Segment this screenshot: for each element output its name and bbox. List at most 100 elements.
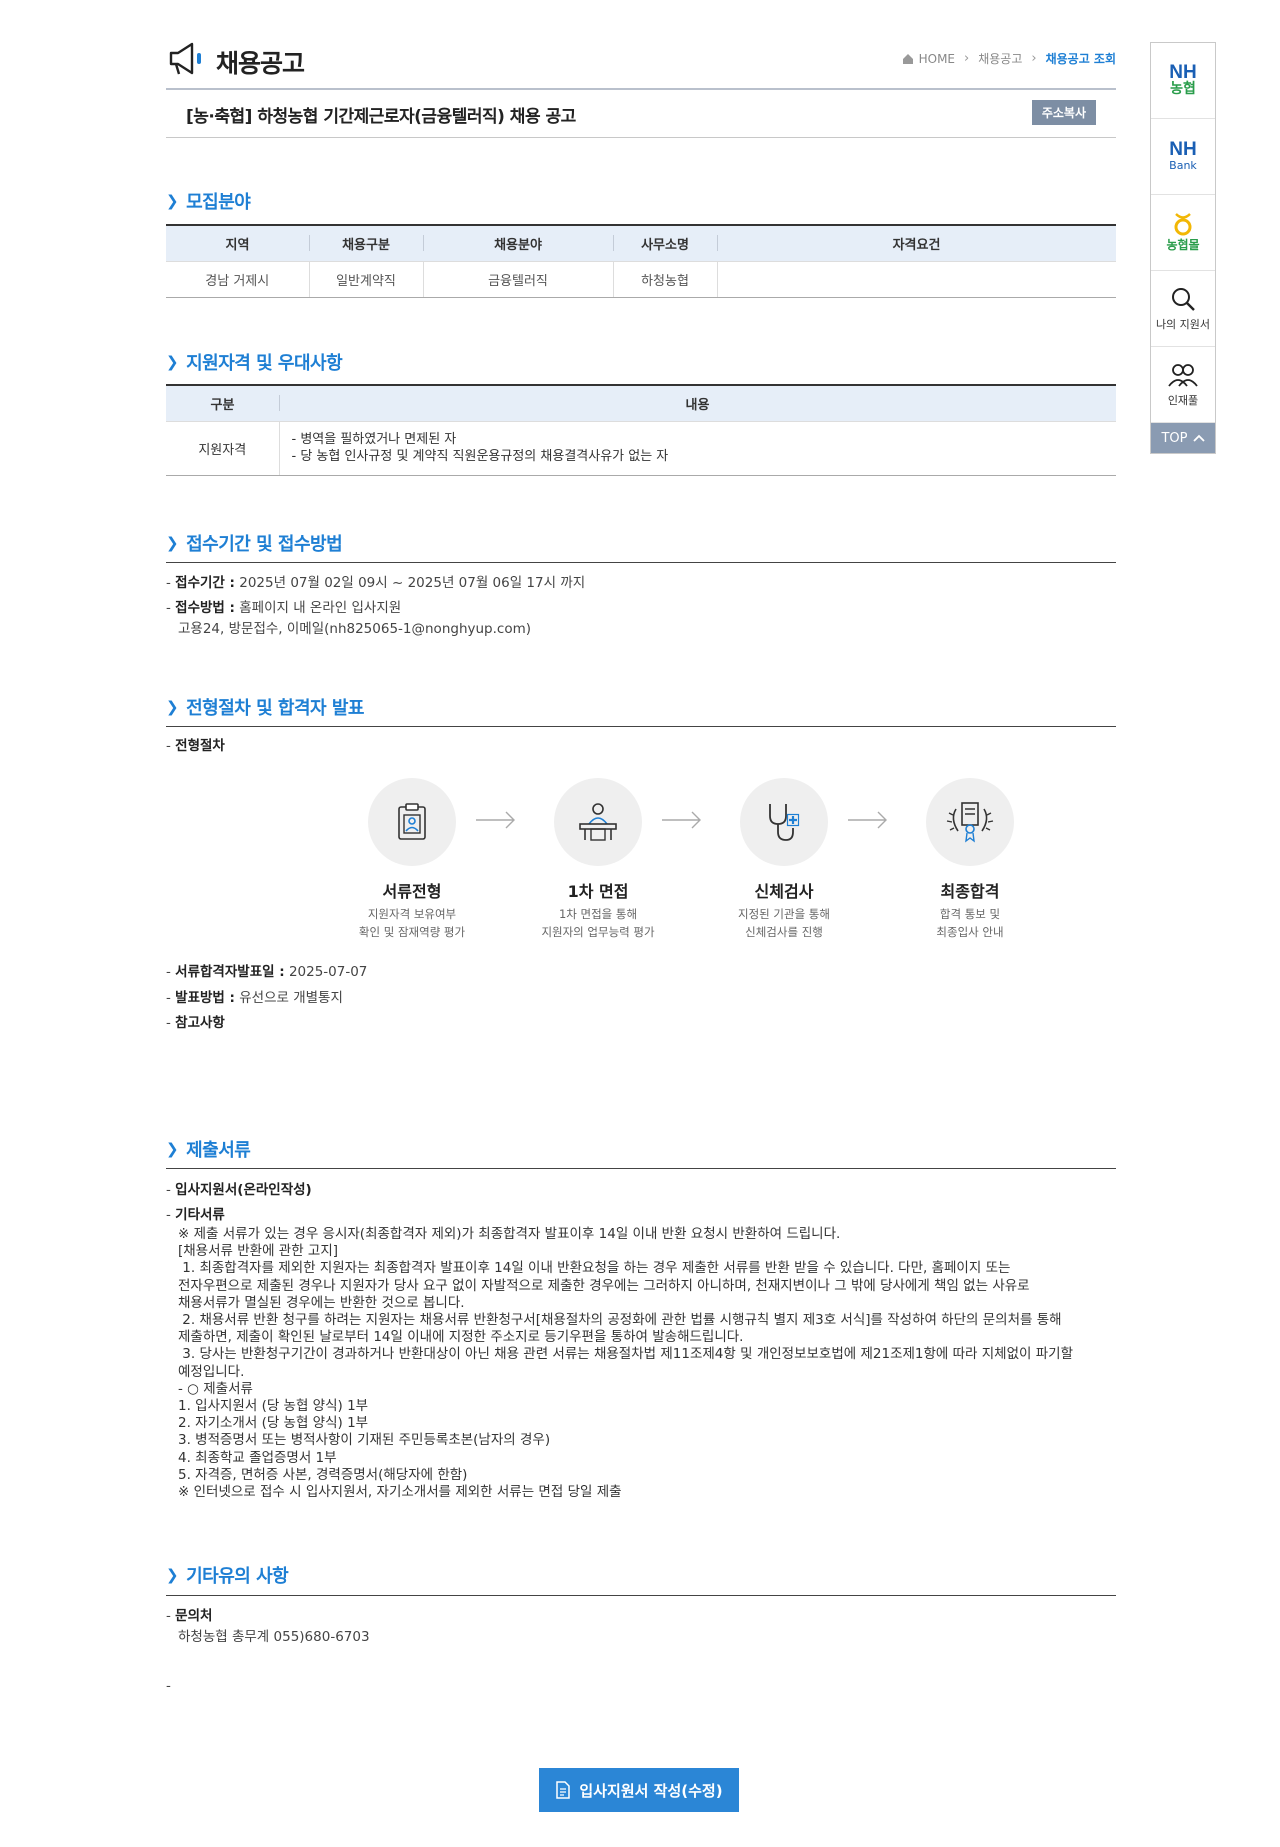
announce-method-value: 유선으로 개별통지 bbox=[239, 990, 343, 1006]
chevron-right-icon: ❯ bbox=[166, 698, 179, 716]
people-icon bbox=[1168, 363, 1198, 387]
nonghyupmall-label: 농협몰 bbox=[1166, 238, 1200, 252]
clipboard-icon bbox=[398, 803, 426, 840]
step-circle bbox=[554, 778, 642, 866]
step-circle bbox=[368, 778, 456, 866]
step-desc-line: 최종입사 안내 bbox=[936, 925, 1004, 939]
apply-write-button[interactable]: 입사지원서 작성(수정) bbox=[539, 1768, 739, 1812]
announce-method: 발표방법 : 유선으로 개별통지 bbox=[166, 988, 343, 1009]
quick-my-application[interactable]: 나의 지원서 bbox=[1151, 271, 1215, 347]
section-title-text: 모집분야 bbox=[186, 192, 251, 213]
table-header: 내용 bbox=[279, 384, 1116, 421]
contact-value: 하청농협 총무계 055)680-6703 bbox=[178, 1629, 370, 1645]
table-header: 채용분야 bbox=[423, 224, 613, 261]
bank-logo-text: Bank bbox=[1169, 159, 1197, 172]
search-icon bbox=[1172, 287, 1195, 311]
announce-date: 서류합격자발표일 : 2025-07-07 bbox=[166, 962, 367, 983]
reception-method-label: 접수방법 : bbox=[175, 600, 235, 616]
step-desc: 합격 통보 및 최종입사 안내 bbox=[880, 905, 1060, 941]
section-title-documents: ❯ 제출서류 bbox=[166, 1136, 251, 1162]
chevron-right-icon: ❯ bbox=[166, 534, 179, 552]
table-row: 지원자격 - 병역을 필하였거나 면제된 자 - 당 농협 인사규정 및 계약직… bbox=[166, 420, 1116, 476]
step-desc-line: 신체검사를 진행 bbox=[745, 925, 823, 939]
chevron-right-icon: ❯ bbox=[166, 353, 179, 371]
top-label: TOP bbox=[1161, 430, 1188, 446]
quick-nonghyupmall[interactable]: 농협몰 bbox=[1151, 195, 1215, 271]
breadcrumb-home[interactable]: HOME bbox=[902, 52, 955, 66]
step-desc: 1차 면접을 통해 지원자의 업무능력 평가 bbox=[508, 905, 688, 941]
chevron-right-icon: › bbox=[964, 51, 970, 66]
table-header: 사무소명 bbox=[613, 224, 717, 261]
reception-method-extra: 고용24, 방문접수, 이메일(nh825065-1@nonghyup.com) bbox=[178, 621, 532, 637]
interview-icon bbox=[579, 803, 617, 841]
section-title-qualification: ❯ 지원자격 및 우대사항 bbox=[166, 349, 343, 375]
table-cell: 금융텔러직 bbox=[422, 260, 613, 298]
breadcrumb-current: 채용공고 조회 bbox=[1045, 52, 1116, 66]
contact-label: 문의처 bbox=[166, 1606, 212, 1627]
announce-date-label: 서류합격자발표일 : bbox=[175, 964, 285, 980]
qualification-line: - 병역을 필하였거나 면제된 자 bbox=[291, 432, 457, 447]
process-steps: 서류전형 지원자격 보유여부 확인 및 잠재역량 평가 1차 면접 1차 면접을… bbox=[322, 778, 1014, 941]
section-title-text: 접수기간 및 접수방법 bbox=[186, 534, 343, 555]
quick-nh-bank[interactable]: NH Bank bbox=[1151, 119, 1215, 195]
nh-logo-text: NH bbox=[1169, 62, 1197, 83]
chevron-right-icon: ❯ bbox=[166, 1566, 179, 1584]
document-item: 기타서류 bbox=[166, 1205, 225, 1226]
recruit-table: 지역 채용구분 채용분야 사무소명 자격요건 경남 거제시 일반계약직 금융텔러… bbox=[166, 224, 1116, 298]
chevron-up-icon bbox=[1192, 434, 1205, 442]
step-interview: 1차 면접 1차 면접을 통해 지원자의 업무능력 평가 bbox=[508, 778, 688, 941]
step-desc-line: 지원자격 보유여부 bbox=[367, 907, 457, 921]
document-item-text: 기타서류 bbox=[175, 1207, 225, 1223]
reception-method-value: 홈페이지 내 온라인 입사지원 bbox=[239, 600, 402, 616]
qualification-line: - 당 농협 인사규정 및 계약직 직원운용규정의 채용결격사유가 없는 자 bbox=[291, 449, 669, 464]
step-desc-line: 합격 통보 및 bbox=[939, 907, 1001, 921]
page-title: 채용공고 bbox=[216, 49, 305, 78]
step-name: 서류전형 bbox=[382, 882, 442, 901]
top-button[interactable]: TOP bbox=[1151, 423, 1215, 453]
section-title-text: 기타유의 사항 bbox=[186, 1566, 289, 1587]
reference-notes: 참고사항 bbox=[166, 1013, 225, 1034]
section-divider bbox=[166, 1168, 1116, 1169]
table-header: 구분 bbox=[166, 384, 279, 421]
step-circle bbox=[740, 778, 828, 866]
section-title-text: 지원자격 및 우대사항 bbox=[186, 353, 343, 374]
section-divider bbox=[166, 726, 1116, 727]
reception-period-label: 접수기간 : bbox=[175, 575, 235, 591]
reception-period-value: 2025년 07월 02일 09시 ~ 2025년 07월 06일 17시 까지 bbox=[239, 575, 586, 591]
step-desc-line: 1차 면접을 통해 bbox=[558, 907, 638, 921]
quick-talent-pool[interactable]: 인재풀 bbox=[1151, 347, 1215, 423]
step-final: 최종합격 합격 통보 및 최종입사 안내 bbox=[880, 778, 1060, 941]
section-divider bbox=[166, 1595, 1116, 1596]
document-item-text: 입사지원서(온라인작성) bbox=[175, 1182, 312, 1198]
chevron-right-icon: › bbox=[1031, 51, 1037, 66]
certificate-icon bbox=[946, 802, 994, 843]
qualification-table: 구분 내용 지원자격 - 병역을 필하였거나 면제된 자 - 당 농협 인사규정… bbox=[166, 384, 1116, 476]
step-name: 신체검사 bbox=[754, 882, 814, 901]
section-title-text: 제출서류 bbox=[186, 1140, 251, 1161]
job-title-bar: [농·축협] 하청농협 기간제근로자(금융텔러직) 채용 공고 주소복사 bbox=[166, 90, 1116, 138]
breadcrumb: HOME › 채용공고 › 채용공고 조회 bbox=[902, 50, 1116, 67]
document-edit-icon bbox=[556, 1781, 571, 1799]
process-sub-label: 전형절차 bbox=[166, 736, 225, 757]
step-desc: 지원자격 보유여부 확인 및 잠재역량 평가 bbox=[322, 905, 502, 941]
reception-period: 접수기간 : 2025년 07월 02일 09시 ~ 2025년 07월 06일… bbox=[166, 573, 585, 594]
document-details: ※ 제출 서류가 있는 경우 응시자(최종합격자 제외)가 최종합격자 발표이후… bbox=[178, 1226, 1073, 1501]
announce-date-value: 2025-07-07 bbox=[288, 964, 368, 980]
step-desc: 지정된 기관을 통해 신체검사를 진행 bbox=[694, 905, 874, 941]
document-item: 입사지원서(온라인작성) bbox=[166, 1180, 312, 1201]
copy-address-button[interactable]: 주소복사 bbox=[1031, 100, 1096, 125]
table-row: 경남 거제시 일반계약직 금융텔러직 하청농협 bbox=[166, 260, 1116, 298]
section-title-recruit: ❯ 모집분야 bbox=[166, 188, 251, 214]
table-cell: 경남 거제시 bbox=[166, 260, 309, 298]
breadcrumb-recruit[interactable]: 채용공고 bbox=[978, 50, 1022, 67]
step-physical: 신체검사 지정된 기관을 통해 신체검사를 진행 bbox=[694, 778, 874, 941]
chevron-right-icon: ❯ bbox=[166, 192, 179, 210]
quick-menu: NH 농협 NH Bank 농협몰 나의 지원서 인재풀 TOP bbox=[1150, 42, 1216, 454]
table-cell bbox=[716, 260, 1116, 298]
section-title-reception: ❯ 접수기간 및 접수방법 bbox=[166, 530, 343, 556]
process-sub-label-text: 전형절차 bbox=[175, 738, 225, 754]
breadcrumb-home-label: HOME bbox=[918, 51, 955, 66]
table-header: 지역 bbox=[166, 224, 309, 261]
nh-logo-text: NH bbox=[1169, 139, 1197, 160]
quick-nh-nonghyup[interactable]: NH 농협 bbox=[1151, 43, 1215, 119]
